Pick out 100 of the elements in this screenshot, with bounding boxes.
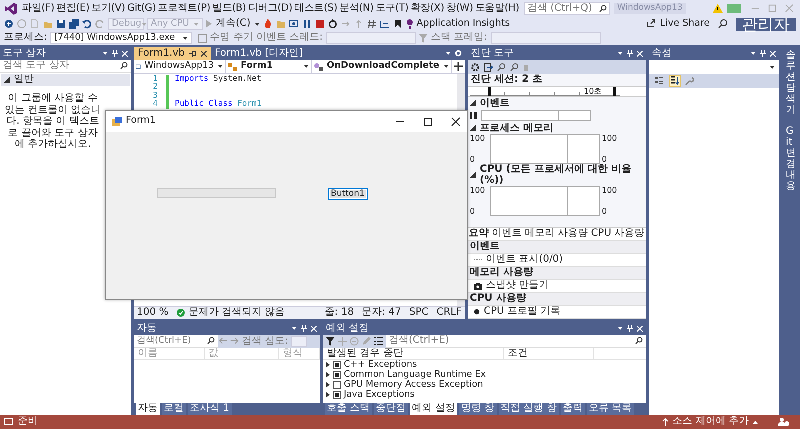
window-title: Form1	[126, 116, 156, 127]
menu-item[interactable]: 도구(T)	[374, 2, 410, 14]
autos-search-field[interactable]: 검색(Ctrl+E)	[134, 335, 218, 348]
stack-frame-label: 스택 프레임:	[430, 32, 488, 44]
exception-label: Common Language Runtime Ex	[344, 370, 486, 380]
tab[interactable]: 로컬	[162, 403, 186, 415]
axis-label: 0	[602, 206, 608, 216]
code-line: Public Class Form1	[175, 100, 262, 109]
tab[interactable]: 예외 설정	[410, 403, 458, 415]
line-ending-indicator[interactable]: CRLF	[436, 307, 462, 319]
tab[interactable]: 메모리 사용량	[525, 228, 588, 240]
menu-item[interactable]: 프로젝트(P)	[157, 2, 212, 14]
insights-dropdown[interactable]: Application Insights	[416, 18, 510, 30]
member-dropdown[interactable]: OnDownloadComplete	[312, 60, 452, 73]
menu-item[interactable]: 파일(F)	[21, 2, 56, 14]
axis-label: 100	[602, 186, 618, 196]
tab[interactable]: 호출 스택	[325, 403, 372, 415]
panel-title: 자동	[137, 322, 157, 334]
tab[interactable]: 오류 목록	[586, 403, 634, 415]
axis-label: 0	[470, 154, 476, 164]
process-dropdown[interactable]: [7440] WindowsApp13.exe	[50, 32, 192, 44]
lifecycle-events-dropdown[interactable]: 수명 주기 이벤트	[210, 32, 287, 44]
continue-button[interactable]: 계속(C)	[206, 18, 260, 30]
summary-action[interactable]: CPU 프로필 기록	[484, 306, 561, 318]
summary-action[interactable]: 이벤트 표시(0/0)	[486, 254, 564, 266]
menu-item[interactable]: 보기(V)	[90, 2, 126, 14]
tab[interactable]: CPU 사용량	[591, 228, 645, 240]
process-label: 프로세스:	[4, 32, 48, 44]
class-dropdown[interactable]: Form1	[226, 60, 312, 73]
empty-group-message: 이 그룹에 사용할 수 있는 컨트롤이 없습니다. 항목을 이 텍스트로 끌어와 도구 상자에 추가하십시오.	[4, 93, 102, 150]
menu-item[interactable]: 도움말(H)	[474, 2, 520, 14]
axis-label: 100	[470, 134, 486, 144]
menu-item[interactable]: 테스트(S)	[294, 2, 339, 14]
search-depth-label: 검색 심도:	[241, 335, 290, 348]
panel-title: 예외 설정	[326, 322, 370, 334]
section-header[interactable]: 이벤트	[468, 97, 646, 109]
toolbox-group[interactable]: 일반	[1, 74, 130, 86]
menu-item[interactable]: 창(W)	[445, 2, 474, 14]
summary-action[interactable]: 스냅샷 만들기	[486, 280, 550, 292]
solution-name: WindowsApp13	[614, 2, 686, 14]
column-indicator: 문자: 47	[362, 307, 402, 319]
exception-label: C++ Exceptions	[344, 360, 418, 370]
column-header: 형식	[279, 348, 320, 359]
axis-label: 0	[602, 154, 608, 164]
line-number: 2	[152, 83, 159, 92]
exception-label: GPU Memory Access Exception	[344, 380, 484, 390]
panel-title: 도구 상자	[3, 48, 46, 60]
menu-item[interactable]: 디버그(D)	[247, 2, 294, 14]
tab[interactable]: 출력	[560, 403, 585, 415]
account-button[interactable]: 관리자	[736, 18, 796, 30]
section-header: 이벤트	[468, 241, 646, 254]
toolbox-search-field[interactable]: 검색 도구 상자	[0, 60, 131, 73]
code-line: Imports System.Net	[175, 75, 262, 84]
whitespace-indicator[interactable]: SPC	[409, 307, 429, 319]
panel-title: 속성	[652, 48, 672, 60]
section-header: CPU 사용량	[468, 293, 646, 306]
section-header[interactable]: 프로세스 메모리	[468, 122, 646, 134]
status-text: 준비	[18, 416, 38, 428]
line-number: 4	[152, 100, 159, 109]
tab[interactable]: 조사식 1	[188, 403, 232, 415]
tab[interactable]: 명령 창	[459, 403, 497, 415]
menu-item[interactable]: 확장(X)	[410, 2, 446, 14]
menu-item[interactable]: Git(G)	[126, 2, 158, 14]
source-control-button[interactable]: 소스 제어에 추가	[662, 416, 758, 428]
exceptions-search-field[interactable]: 검색(Ctrl+E)	[386, 335, 646, 348]
column-header: 이름	[134, 348, 205, 359]
tab[interactable]: 자동	[136, 403, 160, 415]
line-number: 3	[152, 92, 159, 100]
thread-label: 스레드:	[290, 32, 323, 44]
zoom-dropdown[interactable]: 100 %	[137, 307, 169, 319]
timeline-label: 10초	[584, 87, 602, 96]
editor-tab[interactable]: Form1.vb	[134, 47, 211, 60]
timeline[interactable]: 10초	[468, 86, 646, 97]
column-header: 발생된 경우 중단	[323, 348, 504, 359]
axis-label: 0	[470, 206, 476, 216]
project-dropdown[interactable]: WindowsApp13	[134, 60, 226, 73]
tab[interactable]: 이벤트	[492, 228, 522, 240]
exception-label: Java Exceptions	[344, 390, 415, 400]
menu-item[interactable]: 분석(N)	[338, 2, 375, 14]
axis-label: 100	[470, 186, 486, 196]
column-header: 조건	[504, 348, 594, 359]
search-field[interactable]: 검색 (Ctrl+Q)	[524, 2, 610, 15]
section-header: 메모리 사용량	[468, 267, 646, 280]
editor-tab[interactable]: Form1.vb [디자인]	[211, 47, 307, 60]
tab[interactable]: 요약	[469, 228, 489, 240]
panel-title: 진단 도구	[471, 48, 514, 60]
live-share-button[interactable]: Live Share	[647, 18, 710, 30]
section-header[interactable]: CPU (모든 프로세서에 대한 비율(%))	[468, 164, 646, 186]
menu-item[interactable]: 편집(E)	[56, 2, 91, 14]
tab[interactable]: 직접 실행 창	[498, 403, 559, 415]
line-indicator: 줄: 18	[324, 307, 354, 319]
axis-label: 100	[602, 134, 618, 144]
form-button[interactable]: Button1	[328, 188, 368, 200]
side-tab[interactable]: Git 변경 내용	[786, 126, 796, 192]
menu-item[interactable]: 빌드(B)	[212, 2, 248, 14]
side-tab[interactable]: 솔루션 탐색기	[786, 50, 796, 116]
line-number: 1	[152, 75, 159, 83]
session-duration: 진단 세션: 2 초	[470, 74, 544, 86]
tab[interactable]: 중단점	[374, 403, 408, 415]
issues-indicator[interactable]: 문제가 검색되지 않음	[176, 307, 286, 319]
